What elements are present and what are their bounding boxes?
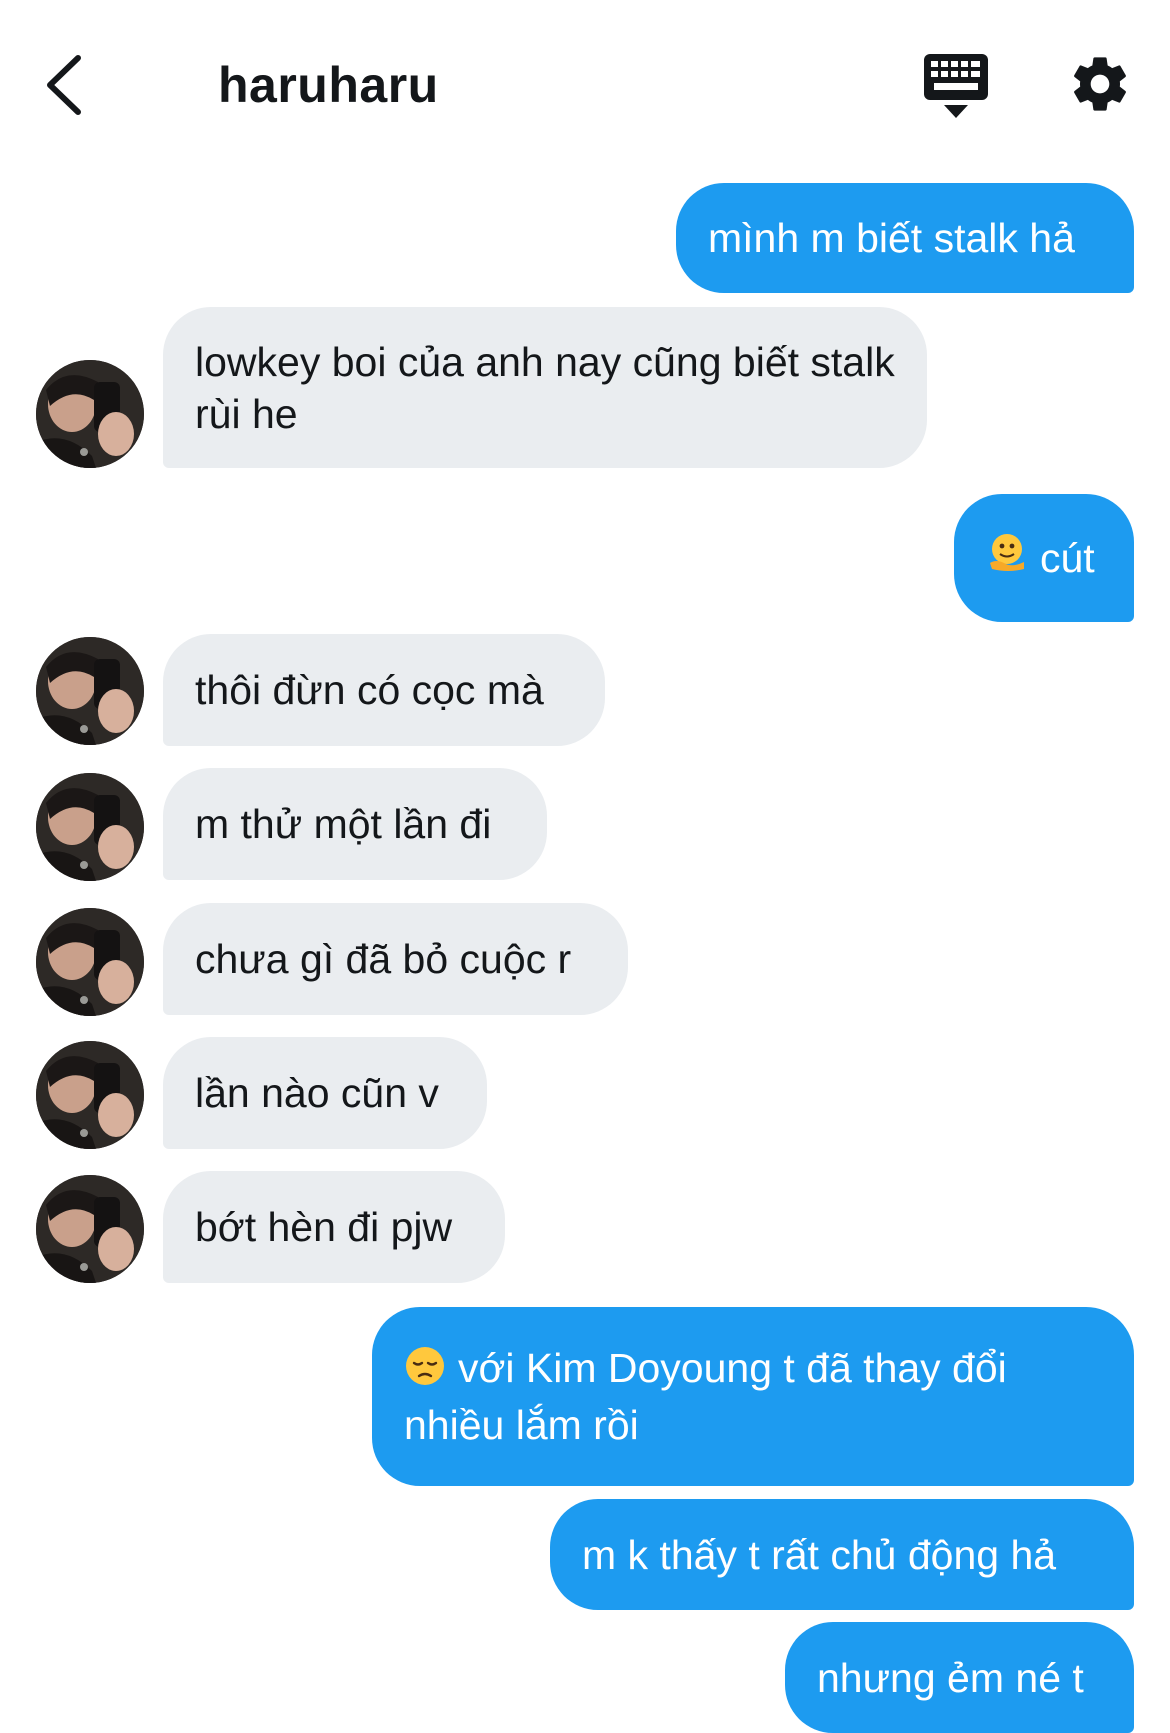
message-bubble-outgoing[interactable]: mình m biết stalk hả [676, 183, 1134, 293]
message-text: m thử một lần đi [195, 801, 492, 847]
message-text: bớt hèn đi pjw [195, 1204, 453, 1250]
message-bubble-incoming[interactable]: lần nào cũn v [163, 1037, 487, 1149]
pensive-face-emoji [404, 1345, 446, 1399]
message-bubble-outgoing[interactable]: m k thấy t rất chủ động hả [550, 1499, 1134, 1610]
melting-face-emoji [986, 531, 1028, 585]
avatar[interactable] [36, 360, 144, 468]
message-bubble-outgoing[interactable]: với Kim Doyoung t đã thay đổi nhiều lắm … [372, 1307, 1134, 1486]
avatar[interactable] [36, 908, 144, 1016]
avatar-photo [36, 773, 144, 881]
message-bubble-incoming[interactable]: thôi đừn có cọc mà [163, 634, 605, 746]
message-text: cút [1040, 535, 1095, 581]
message-text: lần nào cũn v [195, 1070, 439, 1116]
avatar[interactable] [36, 637, 144, 745]
back-button[interactable] [38, 50, 98, 120]
avatar[interactable] [36, 1041, 144, 1149]
message-text: với Kim Doyoung t đã thay đổi nhiều lắm … [404, 1345, 1007, 1448]
message-bubble-incoming[interactable]: lowkey boi của anh nay cũng biết stalk r… [163, 307, 927, 468]
avatar[interactable] [36, 1175, 144, 1283]
message-text: nhưng ẻm né t [817, 1654, 1084, 1701]
conversation-title: haruharu [218, 57, 439, 113]
message-bubble-incoming[interactable]: chưa gì đã bỏ cuộc r [163, 903, 628, 1015]
message-bubble-incoming[interactable]: m thử một lần đi [163, 768, 547, 880]
message-text: chưa gì đã bỏ cuộc r [195, 936, 572, 982]
avatar-photo [36, 1041, 144, 1149]
avatar-photo [36, 637, 144, 745]
message-bubble-outgoing[interactable]: cút [954, 494, 1134, 622]
message-text: thôi đừn có cọc mà [195, 667, 544, 713]
avatar-photo [36, 908, 144, 1016]
message-bubble-outgoing[interactable]: nhưng ẻm né t [785, 1622, 1134, 1733]
message-text: m k thấy t rất chủ động hả [582, 1531, 1057, 1578]
avatar-photo [36, 1175, 144, 1283]
avatar[interactable] [36, 773, 144, 881]
conversation-header: haruharu [0, 0, 1170, 160]
message-text: lowkey boi của anh nay cũng biết stalk r… [195, 338, 895, 437]
message-content: với Kim Doyoung t đã thay đổi nhiều lắm … [404, 1342, 1102, 1450]
avatar-photo [36, 360, 144, 468]
keyboard-button[interactable] [922, 52, 990, 122]
message-text: mình m biết stalk hả [708, 215, 1075, 261]
settings-button[interactable] [1068, 52, 1132, 116]
message-bubble-incoming[interactable]: bớt hèn đi pjw [163, 1171, 505, 1283]
gear-icon [1074, 57, 1126, 111]
keyboard-icon [924, 54, 988, 118]
back-icon [47, 55, 81, 115]
